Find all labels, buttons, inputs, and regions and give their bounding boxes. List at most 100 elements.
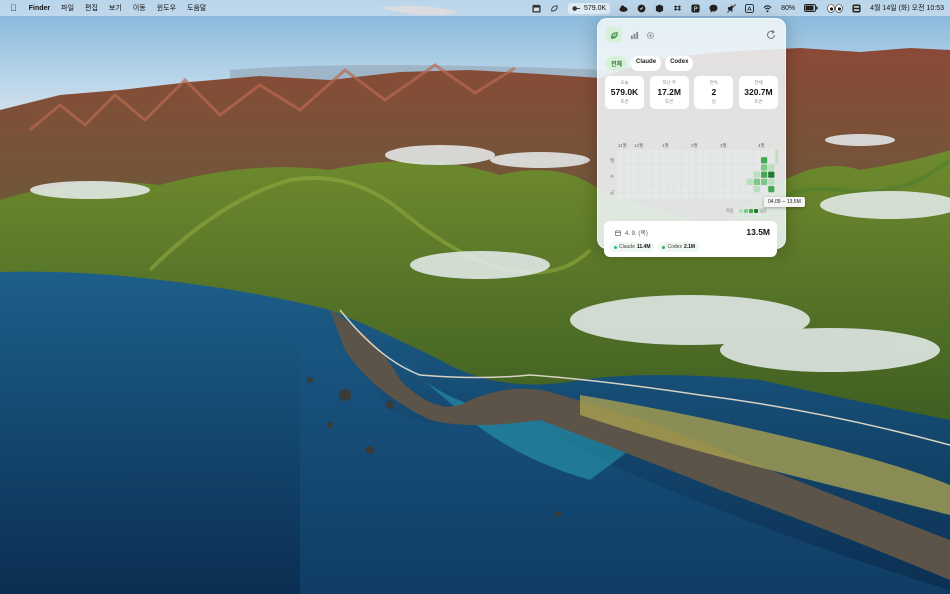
heatmap-cell[interactable] [660, 186, 667, 193]
heatmap-cell[interactable] [645, 150, 652, 157]
heatmap-cell[interactable] [631, 150, 638, 157]
heatmap-cell[interactable] [689, 186, 696, 193]
heatmap-cell[interactable] [624, 186, 631, 193]
heatmap-cell[interactable] [653, 150, 660, 157]
heatmap-cell[interactable] [631, 171, 638, 178]
heatmap-cell[interactable] [717, 150, 724, 157]
heatmap-cell[interactable] [653, 186, 660, 193]
cube-icon[interactable] [655, 3, 664, 13]
heatmap-cell[interactable] [689, 164, 696, 171]
heatmap-cell[interactable] [674, 171, 681, 178]
heatmap-cell[interactable] [725, 171, 732, 178]
heatmap-cell[interactable] [660, 164, 667, 171]
heatmap-cell[interactable] [746, 164, 753, 171]
heatmap-cell[interactable] [617, 178, 624, 185]
heatmap-cell[interactable] [703, 150, 710, 157]
control-center-icon[interactable] [852, 3, 861, 13]
heatmap-cell[interactable] [645, 186, 652, 193]
heatmap-cell[interactable] [638, 193, 645, 200]
heatmap-cell[interactable] [710, 150, 717, 157]
heatmap-cell[interactable] [689, 150, 696, 157]
heatmap-cell[interactable] [624, 178, 631, 185]
heatmap-cell[interactable] [768, 171, 775, 178]
heatmap-cell[interactable] [725, 164, 732, 171]
heatmap-cell[interactable] [746, 157, 753, 164]
menu-file[interactable]: 파일 [61, 3, 74, 13]
menu-view[interactable]: 보기 [109, 3, 122, 13]
heatmap-cell[interactable] [775, 157, 778, 164]
heatmap-cell[interactable] [768, 164, 775, 171]
wifi-icon[interactable] [763, 4, 772, 13]
safari-icon[interactable] [637, 4, 646, 13]
tab-claude[interactable]: Claude [631, 56, 662, 71]
heatmap-cell[interactable] [710, 193, 717, 200]
heatmap-cell[interactable] [674, 150, 681, 157]
heatmap-cell[interactable] [681, 157, 688, 164]
apple-menu-icon[interactable]:  [10, 3, 17, 13]
heatmap-cell[interactable] [631, 157, 638, 164]
heatmap-cell[interactable] [696, 171, 703, 178]
heatmap-cell[interactable] [660, 171, 667, 178]
heatmap-cell[interactable] [746, 193, 753, 200]
heatmap-cell[interactable] [696, 186, 703, 193]
mute-icon[interactable] [727, 3, 737, 13]
heatmap-cell[interactable] [696, 157, 703, 164]
heatmap-cell[interactable] [732, 164, 739, 171]
heatmap-cell[interactable] [624, 171, 631, 178]
heatmap-cell[interactable] [696, 164, 703, 171]
menu-go[interactable]: 이동 [133, 3, 146, 13]
heatmap-cell[interactable] [703, 178, 710, 185]
heatmap-cell[interactable] [717, 178, 724, 185]
heatmap-cell[interactable] [645, 193, 652, 200]
calendar-icon[interactable] [532, 4, 541, 13]
heatmap-cell[interactable] [732, 171, 739, 178]
heatmap-cell[interactable] [638, 178, 645, 185]
heatmap-cell[interactable] [631, 193, 638, 200]
heatmap-cell[interactable] [753, 178, 760, 185]
heatmap-cell[interactable] [667, 178, 674, 185]
heatmap-cell[interactable] [753, 164, 760, 171]
heatmap-cell[interactable] [617, 193, 624, 200]
cloud-icon[interactable] [619, 4, 628, 13]
heatmap-cell[interactable] [761, 171, 768, 178]
heatmap-cell[interactable] [703, 157, 710, 164]
heatmap-cell[interactable] [753, 186, 760, 193]
heatmap-cell[interactable] [660, 178, 667, 185]
app-menu-finder[interactable]: Finder [29, 5, 50, 12]
heatmap-cell[interactable] [631, 178, 638, 185]
heatmap-cell[interactable] [739, 178, 746, 185]
heatmap-view-button[interactable] [606, 27, 622, 43]
heatmap-cell[interactable] [674, 164, 681, 171]
heatmap-cell[interactable] [732, 157, 739, 164]
heatmap-cell[interactable] [746, 150, 753, 157]
heatmap-cell[interactable] [645, 157, 652, 164]
heatmap-cell[interactable] [645, 164, 652, 171]
heatmap-cell[interactable] [775, 150, 778, 157]
heatmap-cell[interactable] [689, 171, 696, 178]
heatmap-cell[interactable] [689, 178, 696, 185]
heatmap-cell[interactable] [674, 178, 681, 185]
heatmap-cell[interactable] [761, 164, 768, 171]
heatmap-cell[interactable] [617, 186, 624, 193]
heatmap-cell[interactable] [631, 164, 638, 171]
heatmap-cell[interactable] [703, 164, 710, 171]
heatmap-cell[interactable] [624, 164, 631, 171]
heatmap-cell[interactable] [725, 157, 732, 164]
heatmap-cell[interactable] [753, 157, 760, 164]
heatmap-cell[interactable] [638, 164, 645, 171]
heatmap-cell[interactable] [645, 171, 652, 178]
heatmap-cell[interactable] [725, 186, 732, 193]
heatmap-cell[interactable] [717, 193, 724, 200]
heatmap-cell[interactable] [681, 164, 688, 171]
heatmap-cell[interactable] [768, 150, 775, 157]
heatmap-cell[interactable] [710, 186, 717, 193]
heatmap-cell[interactable] [732, 150, 739, 157]
heatmap-cell[interactable] [645, 178, 652, 185]
heatmap-cell[interactable] [746, 178, 753, 185]
p-icon[interactable]: P [691, 3, 700, 13]
heatmap-cell[interactable] [660, 150, 667, 157]
heatmap-cell[interactable] [717, 157, 724, 164]
heatmap-cell[interactable] [768, 186, 775, 193]
heatmap-cell[interactable] [739, 193, 746, 200]
heatmap-cell[interactable] [667, 193, 674, 200]
